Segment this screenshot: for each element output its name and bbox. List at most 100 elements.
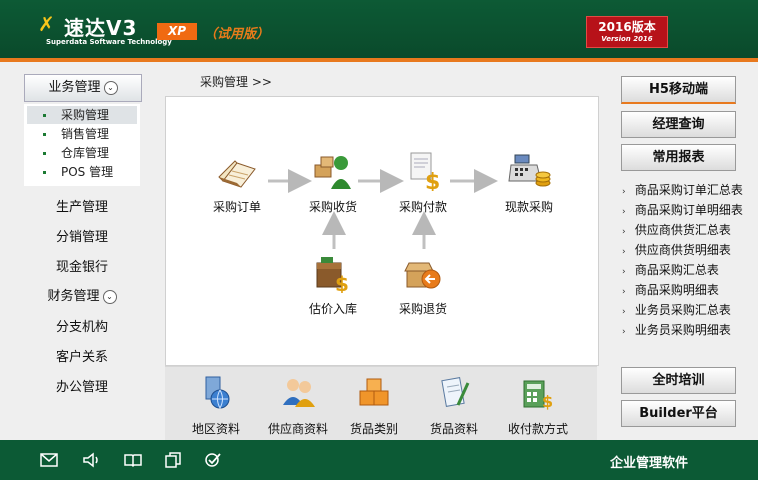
speaker-icon[interactable] xyxy=(82,452,100,468)
common-reports-button[interactable]: 常用报表 xyxy=(621,144,736,171)
report-link[interactable]: › 商品采购明细表 xyxy=(622,280,719,300)
resource-payment-method[interactable]: $ 收付款方式 xyxy=(503,375,573,437)
chevron-down-icon: ⌄ xyxy=(103,80,118,95)
cash-register-icon xyxy=(508,154,551,187)
training-button[interactable]: 全时培训 xyxy=(621,367,736,394)
manager-query-button[interactable]: 经理查询 xyxy=(621,111,736,138)
svg-text:$: $ xyxy=(425,170,440,191)
resource-label: 收付款方式 xyxy=(507,422,568,436)
nav-item-cash-bank[interactable]: 现金银行 xyxy=(24,257,140,279)
logo-subtitle: Superdata Software Technology xyxy=(46,38,172,46)
flow-label: 估价入库 xyxy=(308,302,357,316)
chevron-right-icon: › xyxy=(622,187,626,197)
bullet-icon xyxy=(43,133,46,136)
flow-estimate-stock-in[interactable]: $ 估价入库 xyxy=(298,253,368,317)
sub-item-pos[interactable]: POS 管理 xyxy=(27,163,137,181)
resource-region[interactable]: 地区资料 xyxy=(181,375,251,437)
flow-label: 现款采购 xyxy=(504,200,553,214)
check-circle-icon[interactable] xyxy=(204,452,222,468)
trial-label: （试用版） xyxy=(204,27,270,42)
edition-badge: XP xyxy=(157,23,197,40)
report-link[interactable]: › 业务员采购明细表 xyxy=(622,320,731,340)
breadcrumb: 采购管理 >> xyxy=(200,75,272,89)
chevron-down-icon: ⌄ xyxy=(102,289,117,304)
version-badge: 2016版本 Version 2016 xyxy=(586,16,668,48)
chevron-right-icon: › xyxy=(622,207,626,217)
people-icon xyxy=(283,379,315,407)
footer-bar: 企业管理软件 xyxy=(0,440,758,480)
business-sub-list: 采购管理 销售管理 仓库管理 POS 管理 xyxy=(24,104,140,186)
resource-goods-info[interactable]: 货品资料 xyxy=(419,375,489,437)
flow-label: 采购付款 xyxy=(398,200,447,214)
chevron-right-icon: › xyxy=(622,267,626,277)
report-link[interactable]: › 供应商供货汇总表 xyxy=(622,220,731,240)
copy-icon[interactable] xyxy=(164,452,182,468)
report-label: 业务员采购汇总表 xyxy=(634,303,731,317)
report-label: 供应商供货汇总表 xyxy=(634,223,731,237)
report-link[interactable]: › 商品采购订单明细表 xyxy=(622,200,743,220)
bullet-icon xyxy=(43,171,46,174)
report-link[interactable]: › 商品采购汇总表 xyxy=(622,260,719,280)
sub-item-label: 采购管理 xyxy=(61,108,110,122)
report-link[interactable]: › 业务员采购汇总表 xyxy=(622,300,731,320)
report-label: 商品采购汇总表 xyxy=(634,263,719,277)
report-label: 商品采购订单明细表 xyxy=(634,203,743,217)
nav-item-office[interactable]: 办公管理 xyxy=(24,377,140,399)
flow-purchase-order[interactable]: 采购订单 xyxy=(202,151,272,215)
nav-finance-header[interactable]: 财务管理 ⌄ xyxy=(24,286,140,308)
bullet-icon xyxy=(43,114,46,117)
builder-platform-button[interactable]: Builder平台 xyxy=(621,400,736,427)
chevron-right-icon: › xyxy=(622,307,626,317)
nav-item-distribution[interactable]: 分销管理 xyxy=(24,227,140,249)
nav-item-production[interactable]: 生产管理 xyxy=(24,197,140,219)
goods-receive-icon xyxy=(314,156,351,189)
nav-business-header[interactable]: 业务管理 ⌄ xyxy=(24,74,142,102)
chevron-right-icon: › xyxy=(622,227,626,237)
sub-item-label: 仓库管理 xyxy=(61,146,110,160)
flow-purchase-payment[interactable]: $ 采购付款 xyxy=(388,151,458,215)
nav-business-label: 业务管理 xyxy=(48,80,101,95)
report-link[interactable]: › 商品采购订单汇总表 xyxy=(622,180,743,200)
footer-app-label: 企业管理软件 xyxy=(610,456,689,471)
report-label: 商品采购订单汇总表 xyxy=(634,183,743,197)
purchase-flow-panel: 采购订单 采购收货 $ 采购付款 现款采购 $ 估价入库 采购退货 xyxy=(165,96,599,366)
report-label: 供应商供货明细表 xyxy=(634,243,731,257)
document-pen-icon xyxy=(441,377,470,407)
report-label: 业务员采购明细表 xyxy=(634,323,731,337)
sub-item-label: 销售管理 xyxy=(61,127,110,141)
bullet-icon xyxy=(43,152,46,155)
flow-purchase-return[interactable]: 采购退货 xyxy=(388,253,458,317)
resource-label: 供应商资料 xyxy=(267,422,328,436)
sub-item-purchase[interactable]: 采购管理 xyxy=(27,106,137,124)
version-line1: 2016版本 xyxy=(598,20,656,34)
report-link[interactable]: › 供应商供货明细表 xyxy=(622,240,731,260)
resource-label: 货品资料 xyxy=(429,422,478,436)
mail-icon[interactable] xyxy=(40,452,58,468)
globe-document-icon xyxy=(205,376,230,410)
chevron-right-icon: › xyxy=(622,287,626,297)
flow-label: 采购收货 xyxy=(308,200,357,214)
nav-finance-label: 财务管理 xyxy=(47,289,100,304)
flow-cash-purchase[interactable]: 现款采购 xyxy=(494,151,564,215)
flow-purchase-receive[interactable]: 采购收货 xyxy=(298,151,368,215)
nav-item-branch[interactable]: 分支机构 xyxy=(24,317,140,339)
chevron-right-icon: › xyxy=(622,327,626,337)
book-icon[interactable] xyxy=(124,452,142,468)
resource-goods-category[interactable]: 货品类别 xyxy=(339,375,409,437)
resource-supplier[interactable]: 供应商资料 xyxy=(263,375,333,437)
logo-mark-icon: ✗ xyxy=(38,12,55,36)
flow-label: 采购订单 xyxy=(212,200,261,214)
logo: ✗ 速达V3 Superdata Software Technology xyxy=(38,10,172,50)
nav-item-crm[interactable]: 客户关系 xyxy=(24,347,140,369)
sub-item-sales[interactable]: 销售管理 xyxy=(27,125,137,143)
svg-text:$: $ xyxy=(335,272,349,293)
report-label: 商品采购明细表 xyxy=(634,283,719,297)
box-return-icon xyxy=(404,262,441,289)
h5-mobile-button[interactable]: H5移动端 xyxy=(621,76,736,104)
resource-label: 货品类别 xyxy=(349,422,398,436)
resource-label: 地区资料 xyxy=(191,422,240,436)
invoice-dollar-icon: $ xyxy=(410,152,440,195)
sub-item-label: POS 管理 xyxy=(61,165,114,179)
sub-item-warehouse[interactable]: 仓库管理 xyxy=(27,144,137,162)
svg-text:$: $ xyxy=(542,392,553,411)
